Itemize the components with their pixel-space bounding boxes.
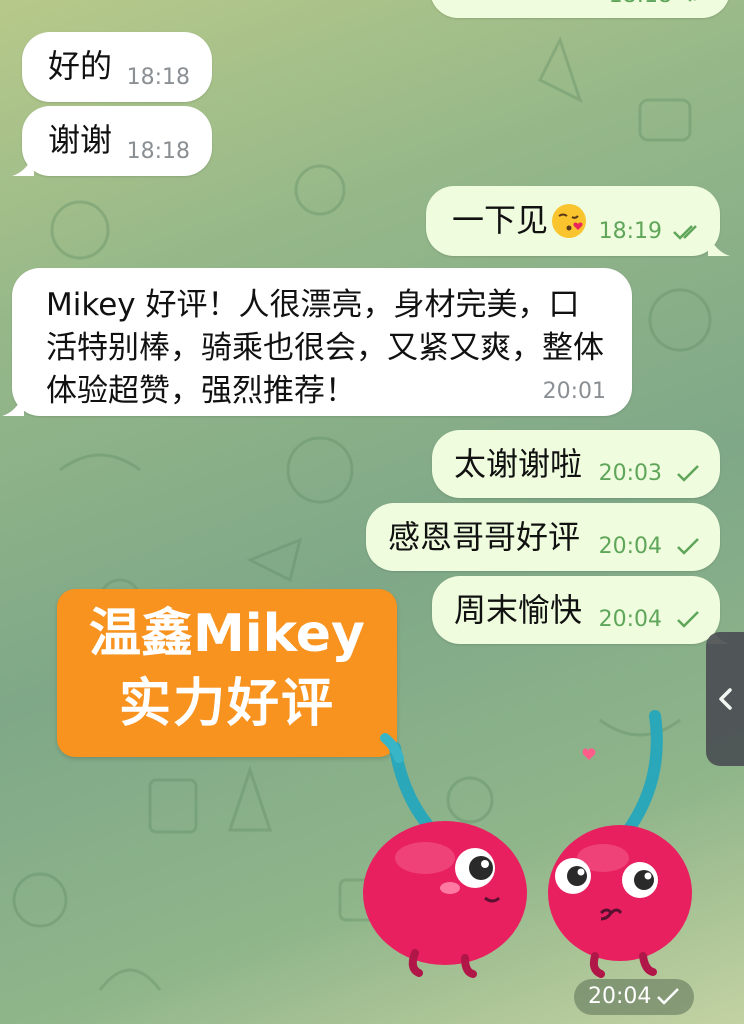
promo-banner: 温鑫Mikey 实力好评 [57,589,397,757]
message-time: 18:19 [598,219,662,244]
side-panel-toggle[interactable] [706,632,744,766]
message-bubble-outgoing[interactable]: 18:18 [430,0,730,18]
double-check-icon [673,225,697,240]
message-text: Mikey 好评！人很漂亮，身材完美，口活特别棒，骑乘也很会，又紧又爽，整体体验… [46,287,604,409]
check-icon [657,988,679,1005]
message-bubble-outgoing[interactable]: 一下见 18:19 [426,186,730,256]
message-bubble-incoming[interactable]: 好的 18:18 [22,32,212,102]
left-cherry [363,821,527,978]
check-icon [677,611,699,628]
message-time: 18:18 [609,0,672,8]
check-icon [677,538,699,555]
message-time: 18:18 [126,139,190,164]
message-text: 感恩哥哥好评 [388,518,581,556]
message-bubble-incoming[interactable]: Mikey 好评！人很漂亮，身材完美，口活特别棒，骑乘也很会，又紧又爽，整体体验… [2,268,632,416]
message-bubble-outgoing[interactable]: 周末愉快 20:04 [432,576,730,644]
message-time: 18:18 [126,65,190,90]
right-cherry [548,825,692,978]
kissing-face-emoji-icon [552,204,586,238]
sticker-time: 20:04 [588,984,652,1009]
check-icon [677,465,699,482]
message-text: 一下见 [452,201,549,239]
message-text: 好的 [48,47,113,85]
chevron-left-icon [719,688,732,710]
message-time: 20:03 [598,461,662,486]
message-time: 20:01 [542,379,606,404]
sticker-time-badge: 20:04 [574,979,694,1015]
message-bubble-incoming[interactable]: 谢谢 18:18 [12,106,212,176]
message-text: 谢谢 [48,121,113,159]
bubble-tail [708,234,730,256]
message-time: 20:04 [598,607,662,632]
message-bubble-outgoing[interactable]: 太谢谢啦 20:03 [432,430,720,498]
message-bubble-outgoing[interactable]: 感恩哥哥好评 20:04 [366,503,720,571]
bubble-tail [2,394,24,416]
cherry-couple-sticker[interactable] [355,708,695,978]
promo-line-1: 温鑫Mikey [89,604,365,664]
bubble-tail [12,154,34,176]
message-text: 太谢谢啦 [454,445,583,483]
promo-line-2: 实力好评 [118,674,335,734]
message-text: 周末愉快 [454,591,583,629]
message-time: 20:04 [598,534,662,559]
double-check-icon [688,0,696,2]
